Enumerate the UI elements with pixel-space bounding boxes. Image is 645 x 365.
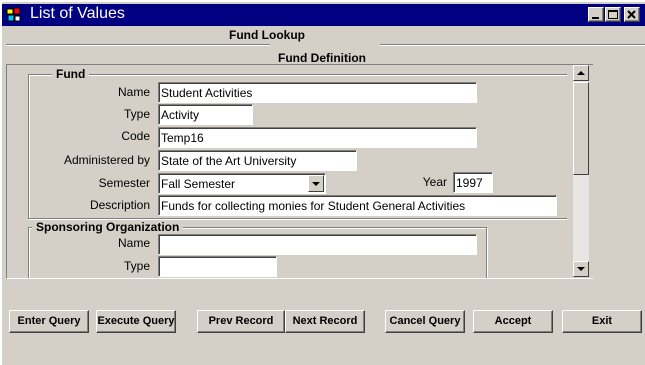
description-field[interactable]: Funds for collecting monies for Student … bbox=[158, 195, 557, 216]
scroll-up-button[interactable] bbox=[573, 65, 589, 81]
enter-query-button[interactable]: Enter Query bbox=[9, 310, 89, 333]
type-field[interactable]: Activity bbox=[158, 104, 253, 125]
year-label: Year bbox=[422, 175, 447, 189]
year-field[interactable]: 1997 bbox=[453, 172, 493, 193]
code-field[interactable]: Temp16 bbox=[158, 127, 477, 148]
prev-record-button[interactable]: Prev Record bbox=[197, 310, 285, 333]
fund-group-label: Fund bbox=[52, 67, 90, 81]
form-title: Fund Lookup bbox=[229, 28, 305, 42]
close-icon bbox=[627, 10, 636, 19]
app-icon[interactable] bbox=[6, 7, 22, 23]
vertical-scrollbar[interactable] bbox=[573, 65, 589, 277]
scroll-down-button[interactable] bbox=[573, 261, 589, 277]
administered-by-label: Administered by bbox=[63, 153, 150, 167]
minimize-button[interactable] bbox=[588, 7, 604, 22]
execute-query-button[interactable]: Execute Query bbox=[96, 310, 176, 333]
sponsor-name-label: Name bbox=[117, 236, 150, 250]
sponsor-name-field[interactable] bbox=[158, 234, 477, 255]
code-label: Code bbox=[121, 129, 150, 143]
semester-label: Semester bbox=[98, 176, 150, 190]
accept-button[interactable]: Accept bbox=[473, 310, 553, 333]
chevron-down-icon bbox=[312, 182, 320, 186]
sponsor-group-label: Sponsoring Organization bbox=[32, 220, 184, 234]
sponsor-type-label: Type bbox=[123, 259, 150, 273]
arrow-up-icon bbox=[577, 71, 585, 75]
close-button[interactable] bbox=[624, 7, 640, 22]
semester-dropdown-button[interactable] bbox=[308, 175, 324, 192]
title-bar[interactable]: List of Values bbox=[2, 4, 645, 26]
sponsor-type-field[interactable] bbox=[158, 256, 277, 277]
semester-value: Fall Semester bbox=[161, 177, 236, 191]
window-title: List of Values bbox=[30, 5, 125, 22]
semester-select[interactable]: Fall Semester bbox=[158, 173, 326, 194]
description-label: Description bbox=[89, 198, 150, 212]
arrow-down-icon bbox=[577, 267, 585, 271]
section-divider-right bbox=[380, 44, 645, 46]
section-divider-left bbox=[6, 44, 270, 46]
type-label: Type bbox=[123, 107, 150, 121]
maximize-button[interactable] bbox=[605, 7, 621, 22]
administered-by-field[interactable]: State of the Art University bbox=[158, 150, 357, 171]
section-title: Fund Definition bbox=[276, 51, 368, 65]
exit-button[interactable]: Exit bbox=[562, 310, 642, 333]
scroll-thumb[interactable] bbox=[573, 82, 589, 175]
cancel-query-button[interactable]: Cancel Query bbox=[385, 310, 465, 333]
name-label: Name bbox=[117, 85, 150, 99]
minimize-icon bbox=[592, 17, 599, 19]
pane-content: Fund Name Student Activities Type Activi… bbox=[7, 65, 567, 278]
next-record-button[interactable]: Next Record bbox=[285, 310, 365, 333]
maximize-icon bbox=[608, 10, 618, 19]
name-field[interactable]: Student Activities bbox=[158, 82, 477, 103]
